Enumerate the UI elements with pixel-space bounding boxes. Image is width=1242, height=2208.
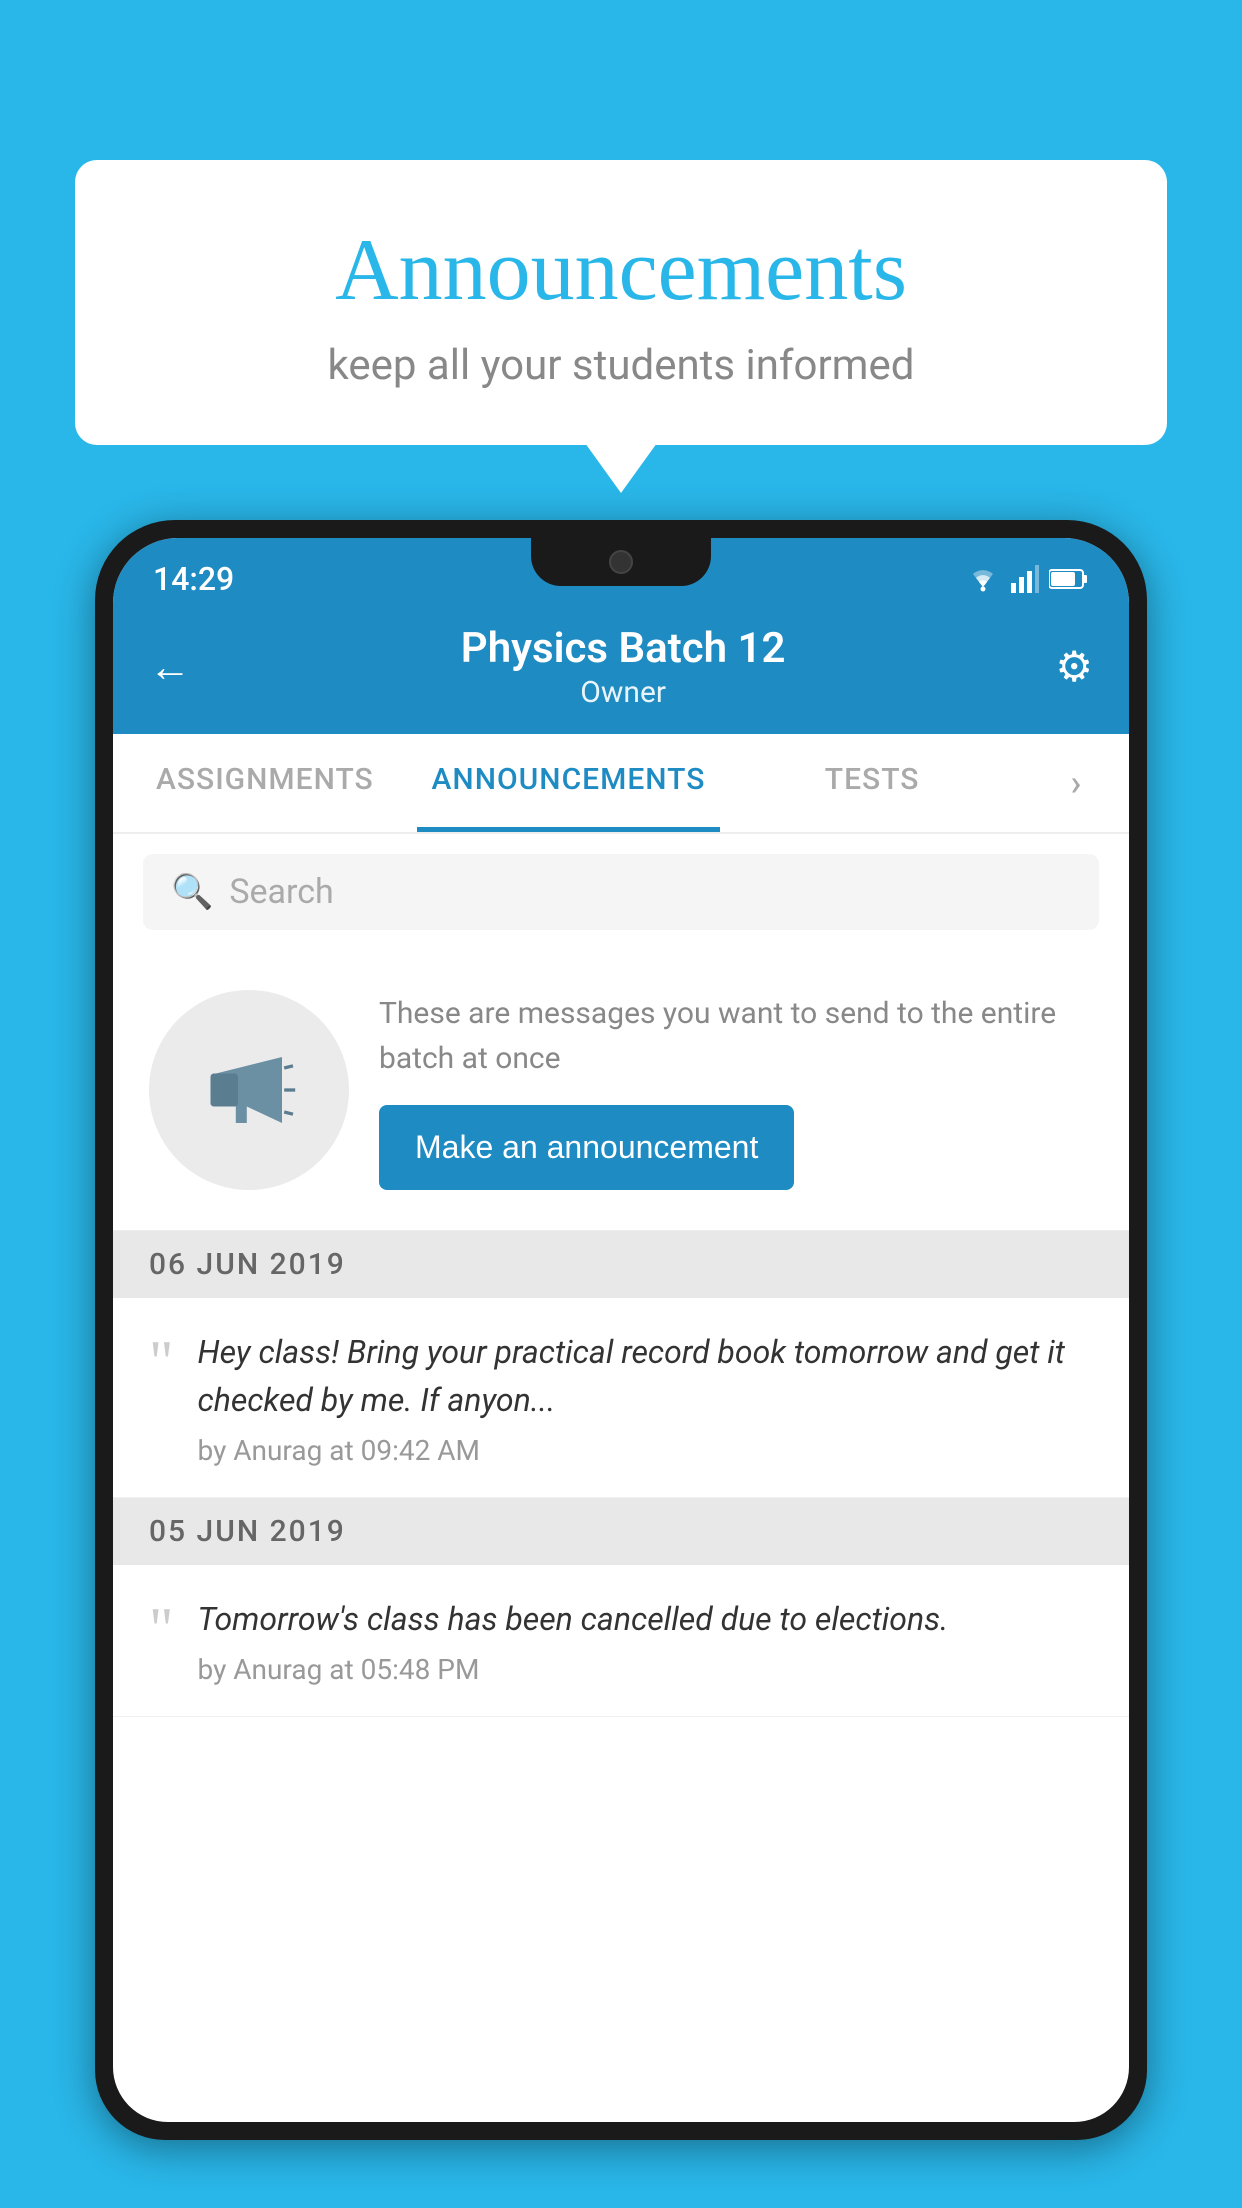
date-separator-2: 05 JUN 2019 <box>113 1498 1129 1565</box>
back-button[interactable]: ← <box>149 643 191 692</box>
announcement-item-1[interactable]: " Hey class! Bring your practical record… <box>113 1298 1129 1498</box>
search-bar[interactable]: 🔍 Search <box>143 854 1099 930</box>
megaphone-icon <box>194 1035 304 1145</box>
speech-bubble-subtitle: keep all your students informed <box>125 341 1117 390</box>
quote-icon-2: " <box>149 1599 174 1686</box>
announcement-meta-2: by Anurag at 05:48 PM <box>198 1653 1094 1686</box>
announcement-icon-circle <box>149 990 349 1190</box>
phone-camera <box>609 550 633 574</box>
status-time: 14:29 <box>153 560 234 598</box>
announcement-content-2: Tomorrow's class has been cancelled due … <box>198 1595 1094 1686</box>
app-header: ← Physics Batch 12 Owner ⚙ <box>113 608 1129 734</box>
promo-description: These are messages you want to send to t… <box>379 991 1093 1081</box>
tab-tests[interactable]: TESTS <box>720 734 1024 832</box>
promo-section: These are messages you want to send to t… <box>113 950 1129 1231</box>
search-placeholder: Search <box>229 872 333 912</box>
phone-screen: 14:29 <box>113 538 1129 2122</box>
announcement-item-2[interactable]: " Tomorrow's class has been cancelled du… <box>113 1565 1129 1717</box>
quote-icon-1: " <box>149 1332 174 1467</box>
date-separator-1: 06 JUN 2019 <box>113 1231 1129 1298</box>
promo-right: These are messages you want to send to t… <box>379 991 1093 1190</box>
header-subtitle: Owner <box>191 675 1055 710</box>
announcement-content-1: Hey class! Bring your practical record b… <box>198 1328 1094 1467</box>
date-label-1: 06 JUN 2019 <box>149 1247 346 1282</box>
date-label-2: 05 JUN 2019 <box>149 1514 346 1549</box>
phone-outer: 14:29 <box>95 520 1147 2140</box>
speech-bubble-title: Announcements <box>125 220 1117 321</box>
announcement-text-1: Hey class! Bring your practical record b… <box>198 1328 1094 1424</box>
search-icon: 🔍 <box>171 872 213 912</box>
tab-more[interactable]: › <box>1024 734 1129 832</box>
announcement-meta-1: by Anurag at 09:42 AM <box>198 1434 1094 1467</box>
phone-notch <box>531 538 711 586</box>
speech-bubble: Announcements keep all your students inf… <box>75 160 1167 445</box>
header-title: Physics Batch 12 <box>191 624 1055 673</box>
header-title-block: Physics Batch 12 Owner <box>191 624 1055 710</box>
speech-bubble-container: Announcements keep all your students inf… <box>75 160 1167 445</box>
tabs-bar: ASSIGNMENTS ANNOUNCEMENTS TESTS › <box>113 734 1129 834</box>
signal-icon <box>1011 565 1039 593</box>
tab-assignments[interactable]: ASSIGNMENTS <box>113 734 417 832</box>
wifi-icon <box>965 565 1001 593</box>
announcement-text-2: Tomorrow's class has been cancelled due … <box>198 1595 1094 1643</box>
settings-button[interactable]: ⚙ <box>1055 642 1093 692</box>
tab-announcements[interactable]: ANNOUNCEMENTS <box>417 734 721 832</box>
status-icons <box>965 565 1089 593</box>
phone-mockup: 14:29 <box>95 520 1147 2208</box>
battery-icon <box>1049 568 1089 590</box>
search-container: 🔍 Search <box>113 834 1129 950</box>
make-announcement-button[interactable]: Make an announcement <box>379 1105 794 1190</box>
